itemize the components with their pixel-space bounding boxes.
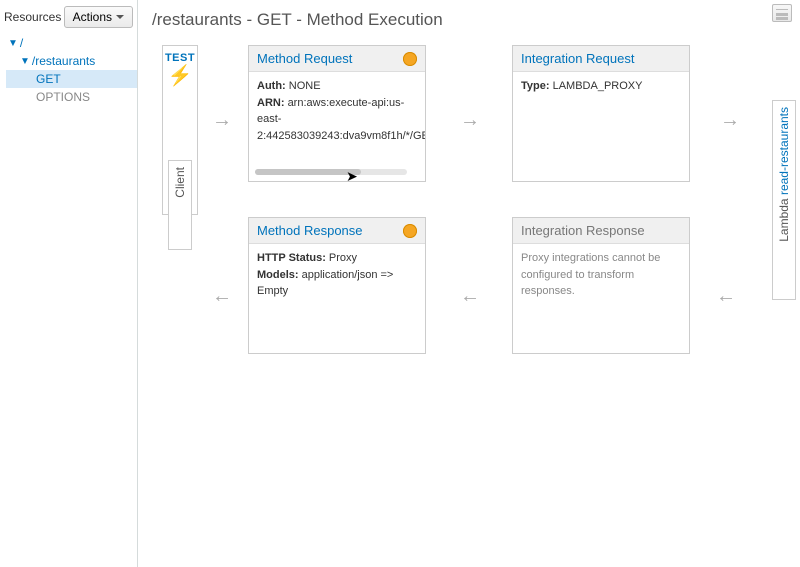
bolt-icon: ⚡ — [168, 66, 193, 86]
method-execution-canvas: TEST ⚡ Client Lambda read-restaurants Me… — [150, 40, 790, 560]
tree-label: GET — [36, 72, 61, 86]
caret-down-icon: ▼ — [8, 38, 18, 49]
arrow-right-icon — [720, 110, 740, 130]
resources-sidebar: Resources Actions ▼ / ▼ /restaurants GET… — [0, 0, 138, 567]
method-response-title[interactable]: Method Response — [257, 223, 363, 238]
method-response-body: HTTP Status: Proxy Models: application/j… — [249, 244, 425, 306]
method-response-card[interactable]: Method Response HTTP Status: Proxy Model… — [248, 217, 426, 354]
client-box: Client — [168, 160, 192, 250]
integration-request-title[interactable]: Integration Request — [521, 51, 634, 66]
chevron-down-icon — [116, 15, 124, 19]
integration-response-title: Integration Response — [521, 223, 645, 238]
arrow-left-icon — [716, 286, 736, 306]
lambda-box[interactable]: Lambda read-restaurants — [772, 100, 796, 300]
test-label: TEST — [165, 52, 195, 64]
arrow-left-icon — [460, 286, 480, 306]
tree-method-get[interactable]: GET — [6, 70, 137, 88]
actions-button[interactable]: Actions — [64, 6, 133, 28]
tree-method-options[interactable]: OPTIONS — [6, 88, 137, 106]
tree-label: /restaurants — [32, 54, 95, 68]
integration-request-body: Type: LAMBDA_PROXY — [513, 72, 689, 101]
tree-root[interactable]: ▼ / — [6, 34, 137, 52]
arrow-right-icon — [460, 110, 480, 130]
client-label: Client — [173, 161, 187, 204]
arrow-right-icon — [212, 110, 232, 130]
tree-resource-restaurants[interactable]: ▼ /restaurants — [6, 52, 137, 70]
actions-label: Actions — [73, 10, 112, 24]
tree-label: OPTIONS — [36, 90, 90, 104]
method-request-card[interactable]: Method Request Auth: NONE ARN: arn:aws:e… — [248, 45, 426, 182]
lambda-label: Lambda read-restaurants — [777, 101, 791, 248]
tree-label: / — [20, 36, 23, 50]
page-title: /restaurants - GET - Method Execution — [152, 10, 790, 30]
integration-response-card: Integration Response Proxy integrations … — [512, 217, 690, 354]
sidebar-title: Resources — [4, 10, 64, 24]
horizontal-scrollbar[interactable] — [255, 169, 407, 175]
arrow-left-icon — [212, 286, 232, 306]
method-request-title[interactable]: Method Request — [257, 51, 352, 66]
method-request-body: Auth: NONE ARN: arn:aws:execute-api:us-e… — [249, 72, 425, 150]
gear-icon[interactable] — [403, 224, 417, 238]
integration-response-body: Proxy integrations cannot be configured … — [513, 244, 689, 306]
integration-request-card[interactable]: Integration Request Type: LAMBDA_PROXY — [512, 45, 690, 182]
cursor-icon: ➤ — [346, 168, 358, 185]
main-pane: /restaurants - GET - Method Execution TE… — [138, 0, 800, 567]
gear-icon[interactable] — [403, 52, 417, 66]
resource-tree: ▼ / ▼ /restaurants GET OPTIONS — [0, 34, 137, 106]
caret-down-icon: ▼ — [20, 56, 30, 67]
documentation-icon[interactable] — [772, 4, 792, 22]
